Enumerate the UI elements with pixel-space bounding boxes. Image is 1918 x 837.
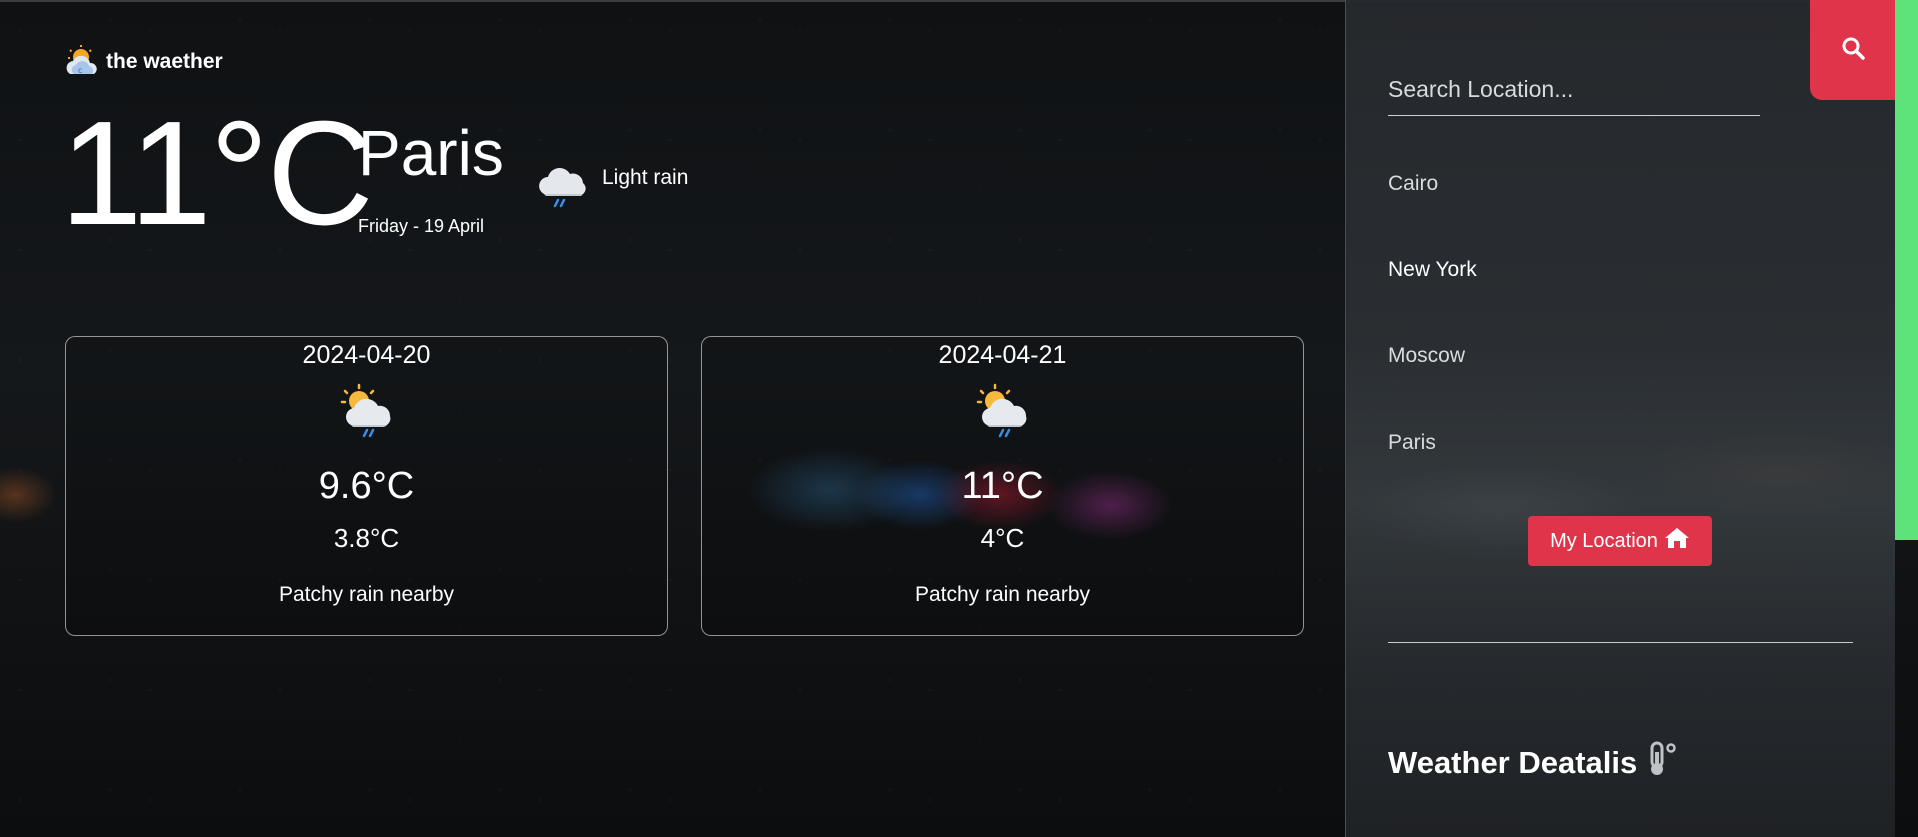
sun-cloud-rain-icon	[973, 383, 1033, 439]
sun-cloud-icon: c	[64, 44, 102, 80]
search-icon	[1840, 35, 1866, 65]
forecast-condition: Patchy rain nearby	[914, 583, 1091, 606]
weather-details-heading: Weather Deatalis	[1388, 740, 1679, 786]
current-date: Friday - 19 April	[358, 216, 485, 236]
location-item-paris[interactable]: Paris	[1388, 431, 1436, 455]
weather-page: c the waether 11°C Paris Friday - 19 Apr…	[0, 0, 1918, 837]
location-item-new-york[interactable]: New York	[1388, 258, 1477, 282]
side-panel	[1345, 0, 1895, 837]
sun-cloud-rain-icon	[337, 383, 397, 439]
current-city: Paris	[358, 117, 504, 189]
panel-divider	[1388, 642, 1853, 643]
current-temperature: 11°C	[60, 91, 374, 256]
forecast-max-temp: 11°C	[961, 465, 1044, 507]
brand-name: the waether	[106, 50, 223, 73]
my-location-button[interactable]: My Location	[1528, 516, 1712, 566]
search-input[interactable]	[1388, 64, 1760, 116]
forecast-card: 2024-04-21 11°C 4°C Patchy rain nearby	[701, 336, 1304, 636]
my-location-label: My Location	[1550, 529, 1658, 552]
home-icon	[1664, 527, 1690, 555]
forecast-max-temp: 9.6°C	[318, 465, 415, 507]
forecast-min-temp: 3.8°C	[333, 523, 400, 553]
thermometer-icon	[1645, 740, 1679, 786]
forecast-date: 2024-04-20	[302, 341, 431, 369]
location-item-cairo[interactable]: Cairo	[1388, 172, 1438, 196]
details-title-text: Weather Deatalis	[1388, 745, 1638, 780]
brand[interactable]: c the waether	[64, 44, 223, 80]
forecast-date: 2024-04-21	[938, 341, 1067, 369]
current-condition: Light rain	[602, 166, 689, 189]
forecast-condition: Patchy rain nearby	[278, 583, 455, 606]
search-button[interactable]	[1810, 0, 1896, 100]
forecast-card: 2024-04-20 9.6°C 3.8°C Patchy rain nearb…	[65, 336, 668, 636]
rain-cloud-icon	[536, 160, 590, 210]
scrollbar-thumb[interactable]	[1895, 0, 1918, 540]
forecast-min-temp: 4°C	[980, 523, 1025, 553]
location-item-moscow[interactable]: Moscow	[1388, 344, 1465, 368]
svg-text:c: c	[78, 66, 82, 75]
